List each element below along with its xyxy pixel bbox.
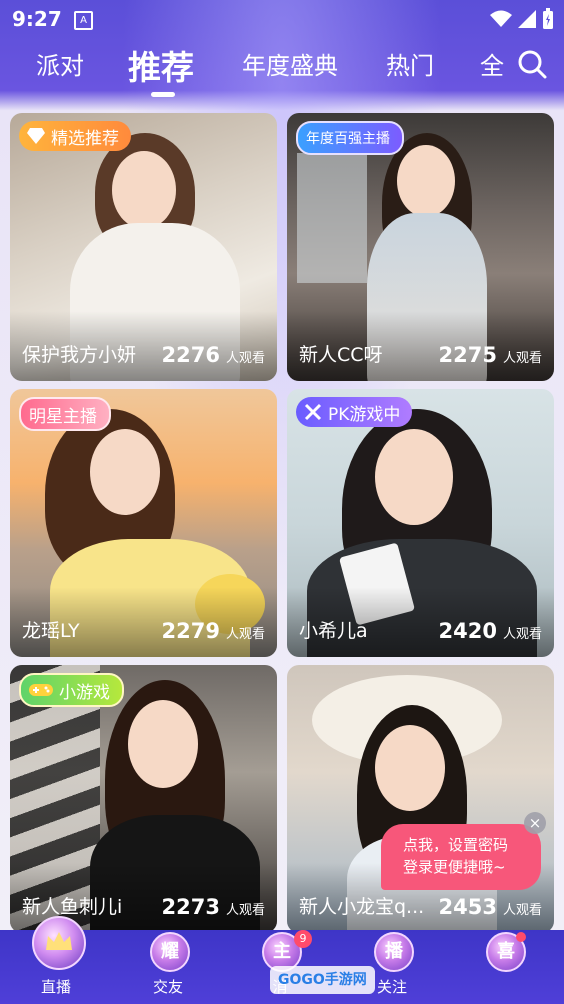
- badge-label: 年度百强主播: [306, 131, 390, 147]
- gamepad-icon: [29, 684, 53, 696]
- viewer-count: 2420 人观看: [439, 619, 542, 643]
- status-icons: [490, 8, 554, 30]
- watermark-logo: GOGO手游网: [270, 966, 375, 994]
- stream-card[interactable]: 年度百强主播 新人CC呀 2275 人观看: [287, 113, 554, 381]
- viewer-count-label: 人观看: [225, 903, 265, 918]
- tip-line-2: 登录更便捷哦~: [403, 858, 506, 876]
- badge-label: PK游戏中: [328, 404, 401, 425]
- stream-card[interactable]: 明星主播 龙瑶LY 2279 人观看: [10, 389, 277, 657]
- viewer-count-label: 人观看: [225, 627, 265, 642]
- notification-dot: [516, 932, 526, 942]
- streamer-name: 小希儿a: [299, 620, 368, 642]
- tab-all[interactable]: 全: [480, 46, 504, 81]
- nav-label: 交友: [152, 978, 183, 996]
- viewer-count: 2279 人观看: [162, 619, 265, 643]
- live-icon: [32, 916, 86, 970]
- nav-live[interactable]: 直播: [16, 916, 96, 1004]
- follow-icon: 播: [374, 932, 414, 972]
- top-tab-bar: 派对 推荐 年度盛典 热门 全: [0, 38, 564, 98]
- stream-card[interactable]: 小游戏 新人鱼刺儿i 2273 人观看: [10, 665, 277, 933]
- streamer-name: 新人CC呀: [299, 344, 383, 366]
- friends-icon: 耀: [150, 932, 190, 972]
- card-badge: 年度百强主播: [296, 121, 404, 155]
- streamer-name: 新人鱼刺儿i: [22, 896, 123, 918]
- signal-icon: [518, 10, 536, 28]
- tab-party[interactable]: 派对: [36, 46, 84, 81]
- card-badge: 精选推荐: [19, 121, 131, 151]
- streamer-name: 新人小龙宝q...: [299, 896, 425, 918]
- nav-friends[interactable]: 耀 交友: [128, 930, 208, 1004]
- viewer-count: 2453 人观看: [439, 895, 542, 919]
- viewer-count-label: 人观看: [502, 351, 542, 366]
- viewer-count-label: 人观看: [502, 627, 542, 642]
- search-icon[interactable]: [516, 48, 548, 80]
- viewer-count-number: 2276: [161, 343, 220, 367]
- battery-icon: [543, 8, 553, 29]
- crossed-swords-icon: [304, 403, 322, 421]
- viewer-count-number: 2273: [161, 895, 220, 919]
- viewer-count-label: 人观看: [225, 351, 265, 366]
- viewer-count-number: 2279: [161, 619, 220, 643]
- card-badge: 小游戏: [19, 673, 124, 707]
- streamer-name: 龙瑶LY: [22, 620, 80, 642]
- tab-recommend[interactable]: 推荐: [128, 41, 194, 89]
- stream-card[interactable]: 精选推荐 保护我方小妍 2276 人观看: [10, 113, 277, 381]
- tab-annual-gala[interactable]: 年度盛典: [242, 46, 338, 81]
- stream-card[interactable]: 新人小龙宝q... 2453 人观看: [287, 665, 554, 933]
- wifi-icon: [490, 10, 512, 27]
- badge-label: 精选推荐: [51, 128, 119, 149]
- badge-label: 小游戏: [59, 682, 110, 703]
- notification-icon: A: [74, 11, 93, 30]
- diamond-icon: [27, 128, 45, 144]
- stream-card[interactable]: PK游戏中 小希儿a 2420 人观看: [287, 389, 554, 657]
- tip-line-1: 点我，设置密码: [403, 836, 509, 854]
- viewer-count-number: 2420: [438, 619, 497, 643]
- tab-hot[interactable]: 热门: [386, 46, 434, 81]
- nav-label: 直播: [40, 978, 71, 996]
- streamer-name: 保护我方小妍: [22, 344, 137, 366]
- close-icon[interactable]: ×: [524, 812, 546, 834]
- viewer-count-label: 人观看: [502, 903, 542, 918]
- viewer-count-number: 2453: [438, 895, 497, 919]
- status-bar: 9:27 A: [0, 0, 564, 38]
- viewer-count: 2273 人观看: [162, 895, 265, 919]
- active-tab-indicator: [151, 92, 175, 97]
- nav-me[interactable]: 喜: [464, 930, 544, 1004]
- login-tip-bubble[interactable]: 点我，设置密码 登录更便捷哦~: [381, 824, 541, 890]
- status-time: 9:27: [12, 7, 62, 31]
- unread-badge: 9: [294, 930, 312, 948]
- viewer-count: 2276 人观看: [162, 343, 265, 367]
- crown-icon: [46, 932, 72, 950]
- badge-label: 明星主播: [29, 406, 97, 427]
- card-badge: PK游戏中: [296, 397, 413, 427]
- viewer-count-number: 2275: [438, 343, 497, 367]
- viewer-count: 2275 人观看: [439, 343, 542, 367]
- card-badge: 明星主播: [19, 397, 111, 431]
